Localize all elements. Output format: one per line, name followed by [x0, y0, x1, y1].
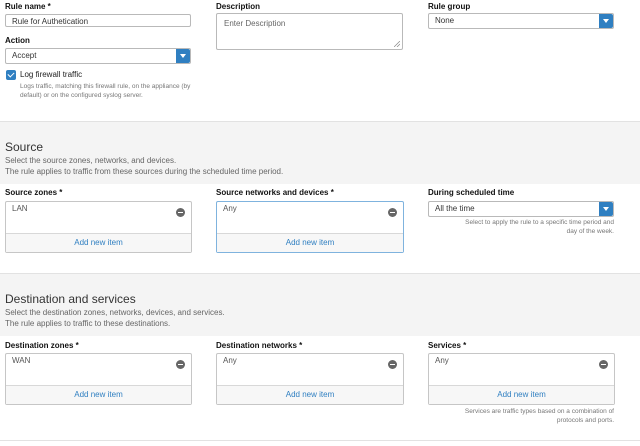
schedule-help-line-1: Select to apply the rule to a specific t… — [465, 219, 614, 226]
services-help-line-2: protocols and ports. — [556, 417, 614, 424]
source-zone-item[interactable]: LAN — [12, 204, 28, 213]
log-traffic-checkbox[interactable] — [6, 70, 16, 80]
rule-group-label: Rule group — [428, 2, 471, 11]
services-item[interactable]: Any — [435, 356, 449, 365]
services-help-line-1: Services are traffic types based on a co… — [464, 408, 614, 415]
destination-zone-item[interactable]: WAN — [12, 356, 30, 365]
source-title: Source — [5, 140, 44, 154]
schedule-value: All the time — [435, 204, 475, 213]
source-zones-add-button[interactable]: Add new item — [6, 233, 191, 252]
chevron-down-icon[interactable] — [176, 49, 190, 63]
log-help-line-2: default) or on the configured syslog ser… — [20, 92, 143, 99]
rule-name-label: Rule name * — [5, 2, 51, 11]
destination-desc-1: Select the destination zones, networks, … — [5, 308, 225, 317]
rule-group-value: None — [435, 16, 455, 25]
services-list[interactable]: Any Add new item — [428, 353, 615, 405]
destination-networks-list[interactable]: Any Add new item — [216, 353, 404, 405]
source-desc-1: Select the source zones, networks, and d… — [5, 156, 177, 165]
source-networks-list[interactable]: Any Add new item — [216, 201, 404, 253]
source-zones-label: Source zones * — [5, 188, 63, 197]
rule-name-input[interactable]: Rule for Authetication — [5, 14, 191, 27]
schedule-help-line-2: day of the week. — [566, 228, 614, 235]
destination-title: Destination and services — [5, 292, 136, 306]
source-network-item[interactable]: Any — [223, 204, 237, 213]
source-networks-label: Source networks and devices * — [216, 188, 334, 197]
source-desc-2: The rule applies to traffic from these s… — [5, 167, 284, 176]
destination-zones-label: Destination zones * — [5, 341, 79, 350]
destination-desc-2: The rule applies to traffic to these des… — [5, 319, 171, 328]
remove-icon[interactable] — [388, 360, 397, 369]
destination-network-item[interactable]: Any — [223, 356, 237, 365]
remove-icon[interactable] — [176, 360, 185, 369]
remove-icon[interactable] — [176, 208, 185, 217]
destination-networks-add-button[interactable]: Add new item — [217, 385, 403, 404]
services-label: Services * — [428, 341, 467, 350]
chevron-down-icon[interactable] — [599, 14, 613, 28]
chevron-down-icon[interactable] — [599, 202, 613, 216]
destination-networks-label: Destination networks * — [216, 341, 303, 350]
action-label: Action — [5, 36, 30, 45]
log-traffic-label: Log firewall traffic — [20, 70, 83, 79]
source-networks-add-button[interactable]: Add new item — [217, 233, 403, 252]
description-label: Description — [216, 2, 261, 11]
divider — [0, 440, 640, 441]
action-select[interactable]: Accept — [5, 48, 191, 64]
rule-group-select[interactable]: None — [428, 13, 614, 29]
schedule-label: During scheduled time — [428, 188, 515, 197]
description-placeholder: Enter Description — [224, 19, 286, 28]
description-textarea[interactable]: Enter Description — [216, 13, 403, 50]
resize-grip-icon[interactable] — [394, 41, 400, 47]
action-value: Accept — [12, 51, 37, 60]
source-zones-list[interactable]: LAN Add new item — [5, 201, 192, 253]
remove-icon[interactable] — [599, 360, 608, 369]
log-help-line-1: Logs traffic, matching this firewall rul… — [20, 83, 191, 90]
destination-zones-add-button[interactable]: Add new item — [6, 385, 191, 404]
schedule-select[interactable]: All the time — [428, 201, 614, 217]
destination-zones-list[interactable]: WAN Add new item — [5, 353, 192, 405]
remove-icon[interactable] — [388, 208, 397, 217]
services-add-button[interactable]: Add new item — [429, 385, 614, 404]
